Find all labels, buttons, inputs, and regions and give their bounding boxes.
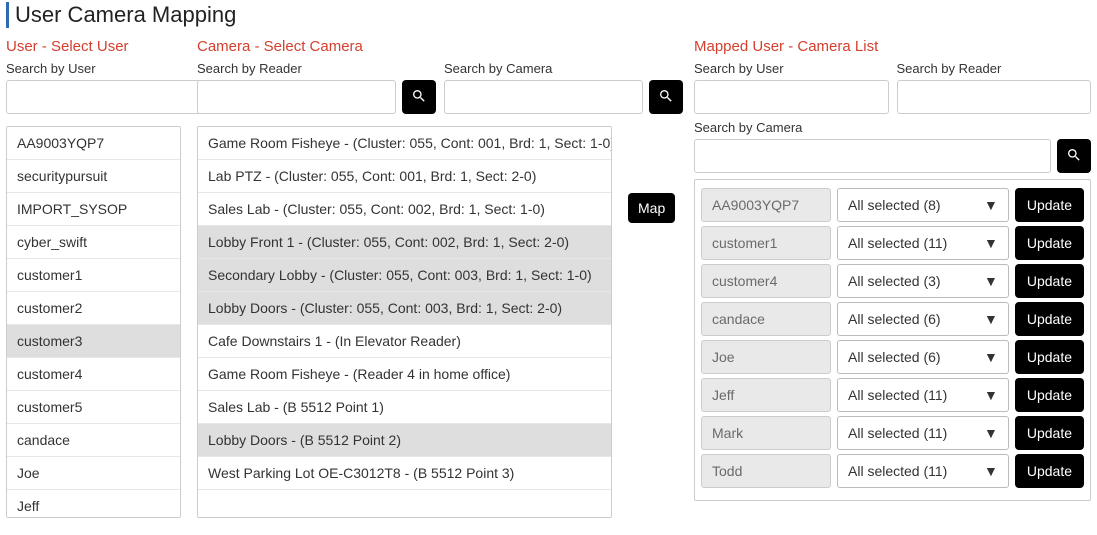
mapped-row: customer4 All selected (3) ▼ Update [701, 264, 1084, 298]
camera-list-item[interactable]: West Parking Lot OE-C3012T8 - (B 5512 Po… [198, 457, 611, 490]
mapped-camera-select[interactable]: All selected (11) ▼ [837, 226, 1009, 260]
user-list-item[interactable]: customer3 [7, 325, 180, 358]
search-icon [1066, 147, 1082, 166]
mapped-camera-search-label: Search by Camera [694, 120, 1091, 135]
mapped-camera-select[interactable]: All selected (11) ▼ [837, 416, 1009, 450]
update-button[interactable]: Update [1015, 226, 1084, 260]
chevron-down-icon: ▼ [984, 387, 998, 403]
mapped-user-field: Joe [701, 340, 831, 374]
update-button[interactable]: Update [1015, 454, 1084, 488]
mapped-user-field: customer4 [701, 264, 831, 298]
map-button[interactable]: Map [628, 193, 675, 223]
mapped-select-label: All selected (6) [848, 311, 941, 327]
camera-list-item[interactable]: Sales Lab - (Cluster: 055, Cont: 002, Br… [198, 193, 611, 226]
user-list-item[interactable]: Jeff [7, 490, 180, 518]
mapped-camera-select[interactable]: All selected (11) ▼ [837, 454, 1009, 488]
user-list-item[interactable]: IMPORT_SYSOP [7, 193, 180, 226]
mapped-listbox[interactable]: AA9003YQP7All selected (8)▼Updatecustome… [694, 179, 1091, 501]
mapped-user-field: Mark [701, 416, 831, 450]
user-list-item[interactable]: customer5 [7, 391, 180, 424]
mapped-select-label: All selected (11) [848, 235, 947, 251]
user-panel-title: User - Select User [6, 38, 181, 55]
mapped-camera-search-button[interactable] [1057, 139, 1091, 173]
mapped-row: candace All selected (6) ▼ Update [701, 302, 1084, 336]
mapped-reader-search-input[interactable] [897, 80, 1092, 114]
camera-panel-title: Camera - Select Camera [197, 38, 612, 55]
mapped-user-search-label: Search by User [694, 61, 889, 76]
reader-search-label: Search by Reader [197, 61, 436, 76]
user-panel: User - Select User Search by User AA9003… [6, 38, 181, 518]
chevron-down-icon: ▼ [984, 311, 998, 327]
user-list-item[interactable]: Joe [7, 457, 180, 490]
update-button[interactable]: Update [1015, 340, 1084, 374]
camera-list-item[interactable]: Secondary Lobby - (Cluster: 055, Cont: 0… [198, 259, 611, 292]
mapped-reader-search-label: Search by Reader [897, 61, 1092, 76]
camera-list-item[interactable]: Lobby Front 1 - (Cluster: 055, Cont: 002… [198, 226, 611, 259]
user-list-item[interactable]: candace [7, 424, 180, 457]
chevron-down-icon: ▼ [984, 273, 998, 289]
mapped-user-field: candace [701, 302, 831, 336]
mapped-camera-search-input[interactable] [694, 139, 1051, 173]
update-button[interactable]: Update [1015, 188, 1084, 222]
camera-list-item[interactable]: Game Room Fisheye - (Cluster: 055, Cont:… [198, 127, 611, 160]
mapped-panel: Mapped User - Camera List Search by User… [694, 38, 1091, 501]
camera-list-item[interactable]: Lobby Doors - (Cluster: 055, Cont: 003, … [198, 292, 611, 325]
camera-search-input[interactable] [444, 80, 643, 114]
mapped-user-search-input[interactable] [694, 80, 889, 114]
mapped-select-label: All selected (6) [848, 349, 941, 365]
mapped-user-field: AA9003YQP7 [701, 188, 831, 222]
mapped-camera-select[interactable]: All selected (6) ▼ [837, 302, 1009, 336]
user-list-item[interactable]: securitypursuit [7, 160, 180, 193]
mapped-user-field: Jeff [701, 378, 831, 412]
mapped-camera-select[interactable]: All selected (11) ▼ [837, 378, 1009, 412]
camera-list-item[interactable]: Cafe Downstairs 1 - (In Elevator Reader) [198, 325, 611, 358]
mapped-select-label: All selected (11) [848, 463, 947, 479]
camera-listbox[interactable]: Game Room Fisheye - (Cluster: 055, Cont:… [197, 126, 612, 518]
user-listbox[interactable]: AA9003YQP7securitypursuitIMPORT_SYSOPcyb… [6, 126, 181, 518]
mapped-row: Mark All selected (11) ▼ Update [701, 416, 1084, 450]
mapped-select-label: All selected (11) [848, 425, 947, 441]
camera-list-item[interactable]: Sales Lab - (B 5512 Point 1) [198, 391, 611, 424]
chevron-down-icon: ▼ [984, 425, 998, 441]
chevron-down-icon: ▼ [984, 349, 998, 365]
chevron-down-icon: ▼ [984, 235, 998, 251]
update-button[interactable]: Update [1015, 302, 1084, 336]
camera-list-item[interactable]: Lab PTZ - (Cluster: 055, Cont: 001, Brd:… [198, 160, 611, 193]
reader-search-input[interactable] [197, 80, 396, 114]
user-list-item[interactable]: AA9003YQP7 [7, 127, 180, 160]
mapped-select-label: All selected (3) [848, 273, 941, 289]
mapped-row: Joe All selected (6) ▼ Update [701, 340, 1084, 374]
mapped-select-label: All selected (11) [848, 387, 947, 403]
mapped-row: customer1 All selected (11) ▼ Update [701, 226, 1084, 260]
camera-list-item[interactable]: Game Room Fisheye - (Reader 4 in home of… [198, 358, 611, 391]
mapped-row: AA9003YQP7 All selected (8) ▼ Update [701, 188, 1084, 222]
search-icon [411, 88, 427, 107]
user-list-item[interactable]: customer2 [7, 292, 180, 325]
update-button[interactable]: Update [1015, 416, 1084, 450]
chevron-down-icon: ▼ [984, 197, 998, 213]
mapped-row: Jeff All selected (11) ▼ Update [701, 378, 1084, 412]
mapped-camera-select[interactable]: All selected (6) ▼ [837, 340, 1009, 374]
mapped-user-field: customer1 [701, 226, 831, 260]
user-list-item[interactable]: customer4 [7, 358, 180, 391]
mapped-user-field: Todd [701, 454, 831, 488]
user-search-input[interactable] [6, 80, 205, 114]
update-button[interactable]: Update [1015, 378, 1084, 412]
user-list-item[interactable]: cyber_swift [7, 226, 180, 259]
mapped-camera-select[interactable]: All selected (8) ▼ [837, 188, 1009, 222]
mapped-select-label: All selected (8) [848, 197, 941, 213]
mapped-camera-select[interactable]: All selected (3) ▼ [837, 264, 1009, 298]
page-title: User Camera Mapping [6, 2, 1091, 28]
reader-search-button[interactable] [402, 80, 436, 114]
update-button[interactable]: Update [1015, 264, 1084, 298]
camera-panel: Camera - Select Camera Search by Reader … [197, 38, 612, 518]
mapped-panel-title: Mapped User - Camera List [694, 38, 1091, 55]
user-search-label: Search by User [6, 61, 181, 76]
chevron-down-icon: ▼ [984, 463, 998, 479]
user-list-item[interactable]: customer1 [7, 259, 180, 292]
mapped-row: Todd All selected (11) ▼ Update [701, 454, 1084, 488]
camera-list-item[interactable]: Lobby Doors - (B 5512 Point 2) [198, 424, 611, 457]
